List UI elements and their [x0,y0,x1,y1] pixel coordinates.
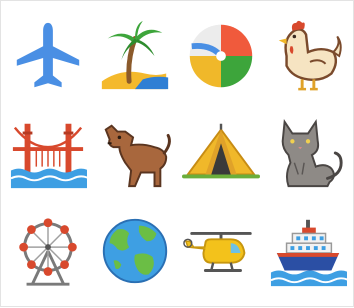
icon-cell-earth[interactable] [92,202,179,300]
icon-cell-beach-ball[interactable] [178,7,265,105]
icon-cell-ferris-wheel[interactable] [5,202,92,300]
icon-picker-panel [0,0,354,307]
icon-grid [1,1,354,308]
icon-cell-ship[interactable] [265,202,352,300]
cat-icon [281,119,343,188]
cruise-ship-icon [270,219,347,287]
rooster-icon [278,20,342,91]
golden-gate-bridge-icon [10,124,88,189]
icon-cell-dog[interactable] [92,105,179,203]
icon-cell-rooster[interactable] [265,7,352,105]
earth-globe-icon [102,218,167,284]
ferris-wheel-icon [19,218,78,286]
icon-cell-palm-tree[interactable] [92,7,179,105]
airplane-icon [17,22,80,88]
dog-icon [104,124,171,188]
beach-ball-icon [190,24,253,88]
tent-icon [182,124,261,179]
icon-cell-cat[interactable] [265,105,352,203]
icon-cell-airplane[interactable] [5,7,92,105]
helicopter-icon [183,232,252,273]
palm-tree-island-icon [101,20,168,89]
icon-cell-helicopter[interactable] [178,202,265,300]
icon-cell-tent[interactable] [178,105,265,203]
icon-cell-bridge[interactable] [5,105,92,203]
